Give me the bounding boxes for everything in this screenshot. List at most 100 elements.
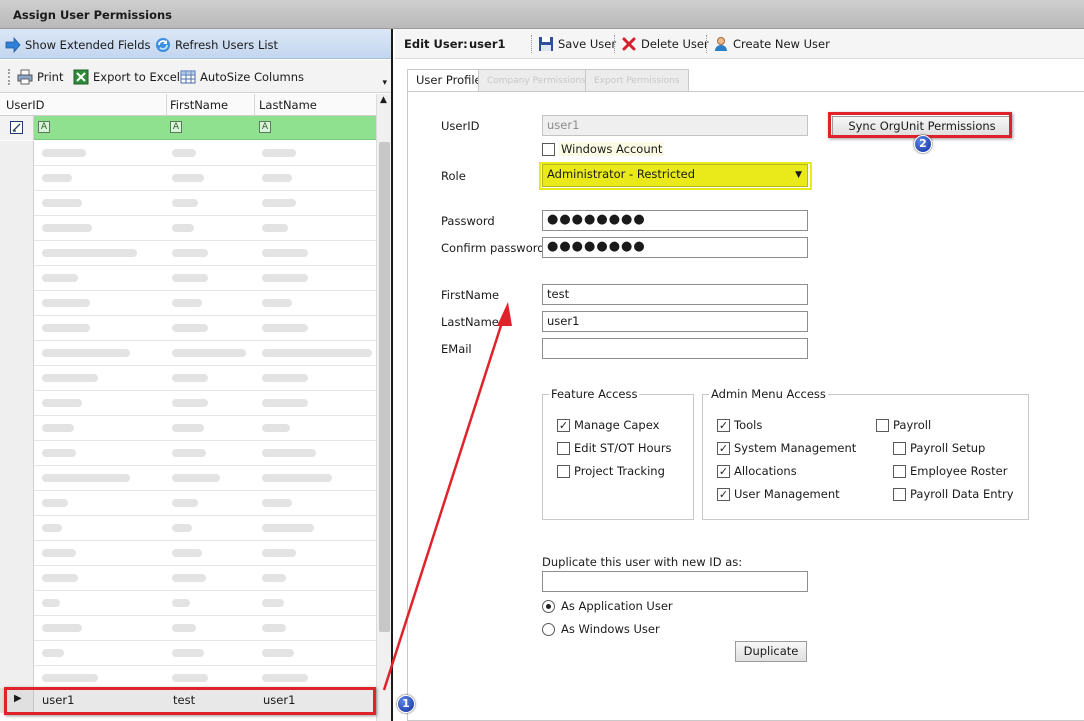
as-windows-user-radio[interactable] [542, 623, 555, 636]
tab-company-permissions[interactable]: Company Permissions [478, 69, 595, 91]
employee-roster-checkbox[interactable] [893, 465, 906, 478]
feature-access-title: Feature Access [549, 387, 640, 401]
role-label: Role [441, 169, 466, 183]
table-row[interactable] [0, 191, 376, 216]
tab-export-permissions-label: Export Permissions [594, 76, 680, 86]
manage-capex-label: Manage Capex [574, 418, 660, 432]
payroll-setup-checkbox[interactable] [893, 442, 906, 455]
column-separator [166, 94, 167, 116]
table-row[interactable] [0, 641, 376, 666]
table-row[interactable] [0, 341, 376, 366]
duplicate-id-field[interactable] [542, 571, 808, 592]
autosize-columns-label: AutoSize Columns [200, 70, 304, 84]
table-row[interactable] [0, 541, 376, 566]
scroll-up-icon[interactable]: ▲ [380, 95, 387, 105]
delete-user-label: Delete User [641, 37, 709, 51]
email-label: EMail [441, 342, 472, 356]
show-extended-fields-button[interactable]: Show Extended Fields [5, 36, 151, 54]
lastname-field[interactable]: user1 [542, 311, 808, 332]
toolbar-separator [531, 35, 532, 53]
edit-user-id: user1 [469, 37, 506, 51]
save-user-label: Save User [558, 37, 617, 51]
table-row[interactable] [0, 441, 376, 466]
table-row[interactable] [0, 591, 376, 616]
title-bar: Assign User Permissions [0, 0, 1084, 29]
table-row[interactable] [0, 566, 376, 591]
grid-vertical-scrollbar[interactable]: ▲ [376, 94, 391, 721]
users-grid: UserID FirstName LastName A A A ▶ user1 … [0, 94, 391, 721]
edit-st-ot-hours-checkbox[interactable] [557, 442, 570, 455]
column-header-lastname[interactable]: LastName [259, 98, 317, 112]
tab-export-permissions[interactable]: Export Permissions [585, 69, 689, 91]
grid-header: UserID FirstName LastName [0, 94, 376, 116]
table-row[interactable] [0, 266, 376, 291]
toolbar-separator [614, 35, 615, 53]
table-row[interactable] [0, 216, 376, 241]
show-extended-fields-label: Show Extended Fields [25, 38, 151, 52]
edit-user-panel: Edit User: user1 Save User Delete User C… [395, 29, 1084, 721]
user-management-label: User Management [734, 487, 840, 501]
column-header-userid[interactable]: UserID [6, 98, 44, 112]
filter-userid-icon[interactable]: A [38, 121, 50, 133]
confirm-password-label: Confirm password [441, 241, 545, 255]
userid-field[interactable]: user1 [542, 115, 808, 136]
manage-capex-checkbox[interactable]: ✓ [557, 419, 570, 432]
duplicate-button[interactable]: Duplicate [735, 641, 807, 662]
annotation-badge-2: 2 [914, 135, 932, 153]
refresh-users-button[interactable]: Refresh Users List [155, 36, 278, 54]
autosize-columns-button[interactable]: AutoSize Columns [180, 68, 304, 86]
table-row[interactable] [0, 516, 376, 541]
system-management-checkbox[interactable]: ✓ [717, 442, 730, 455]
as-application-user-radio[interactable] [542, 600, 555, 613]
confirm-password-field[interactable]: ●●●●●●●● [542, 237, 808, 258]
filter-lastname-icon[interactable]: A [259, 121, 271, 133]
table-row[interactable] [0, 616, 376, 641]
refresh-icon [156, 38, 170, 52]
employee-roster-label: Employee Roster [910, 464, 1008, 478]
print-button[interactable]: Print [17, 68, 63, 86]
edit-filter-icon[interactable] [10, 121, 23, 134]
table-row[interactable] [0, 491, 376, 516]
annotation-badge-1: 1 [397, 695, 415, 713]
project-tracking-checkbox[interactable] [557, 465, 570, 478]
highlight-selected-row [4, 687, 376, 715]
create-new-user-button[interactable]: Create New User [713, 35, 830, 53]
payroll-checkbox[interactable] [876, 419, 889, 432]
users-panel: Show Extended Fields Refresh Users List … [0, 29, 393, 721]
toolbar-overflow-icon[interactable]: ▾ [382, 78, 387, 88]
export-to-excel-label: Export to Excel [93, 70, 180, 84]
feature-access-group: Feature Access ✓ Manage Capex Edit ST/OT… [542, 387, 694, 520]
printer-icon [17, 69, 33, 85]
export-to-excel-button[interactable]: Export to Excel [73, 68, 180, 86]
password-field[interactable]: ●●●●●●●● [542, 210, 808, 231]
arrow-right-icon [5, 37, 21, 53]
payroll-setup-label: Payroll Setup [910, 441, 986, 455]
save-user-button[interactable]: Save User [538, 35, 616, 53]
table-row[interactable] [0, 391, 376, 416]
tools-checkbox[interactable]: ✓ [717, 419, 730, 432]
table-row[interactable] [0, 241, 376, 266]
windows-account-checkbox[interactable] [542, 143, 555, 156]
windows-account-label: Windows Account [559, 142, 665, 156]
table-row[interactable] [0, 291, 376, 316]
allocations-label: Allocations [734, 464, 797, 478]
filter-firstname-icon[interactable]: A [170, 121, 182, 133]
table-row[interactable] [0, 366, 376, 391]
firstname-field[interactable]: test [542, 284, 808, 305]
table-row[interactable] [0, 316, 376, 341]
allocations-checkbox[interactable]: ✓ [717, 465, 730, 478]
table-row[interactable] [0, 141, 376, 166]
user-add-icon [715, 37, 727, 51]
print-label: Print [37, 70, 64, 84]
scrollbar-thumb[interactable] [379, 142, 390, 632]
user-management-checkbox[interactable]: ✓ [717, 488, 730, 501]
column-header-firstname[interactable]: FirstName [170, 98, 228, 112]
delete-user-button[interactable]: Delete User [621, 35, 709, 53]
table-row[interactable] [0, 166, 376, 191]
floppy-disk-icon [539, 37, 553, 51]
table-row[interactable] [0, 416, 376, 441]
payroll-data-entry-checkbox[interactable] [893, 488, 906, 501]
email-field[interactable] [542, 338, 808, 359]
system-management-label: System Management [734, 441, 857, 455]
table-row[interactable] [0, 466, 376, 491]
